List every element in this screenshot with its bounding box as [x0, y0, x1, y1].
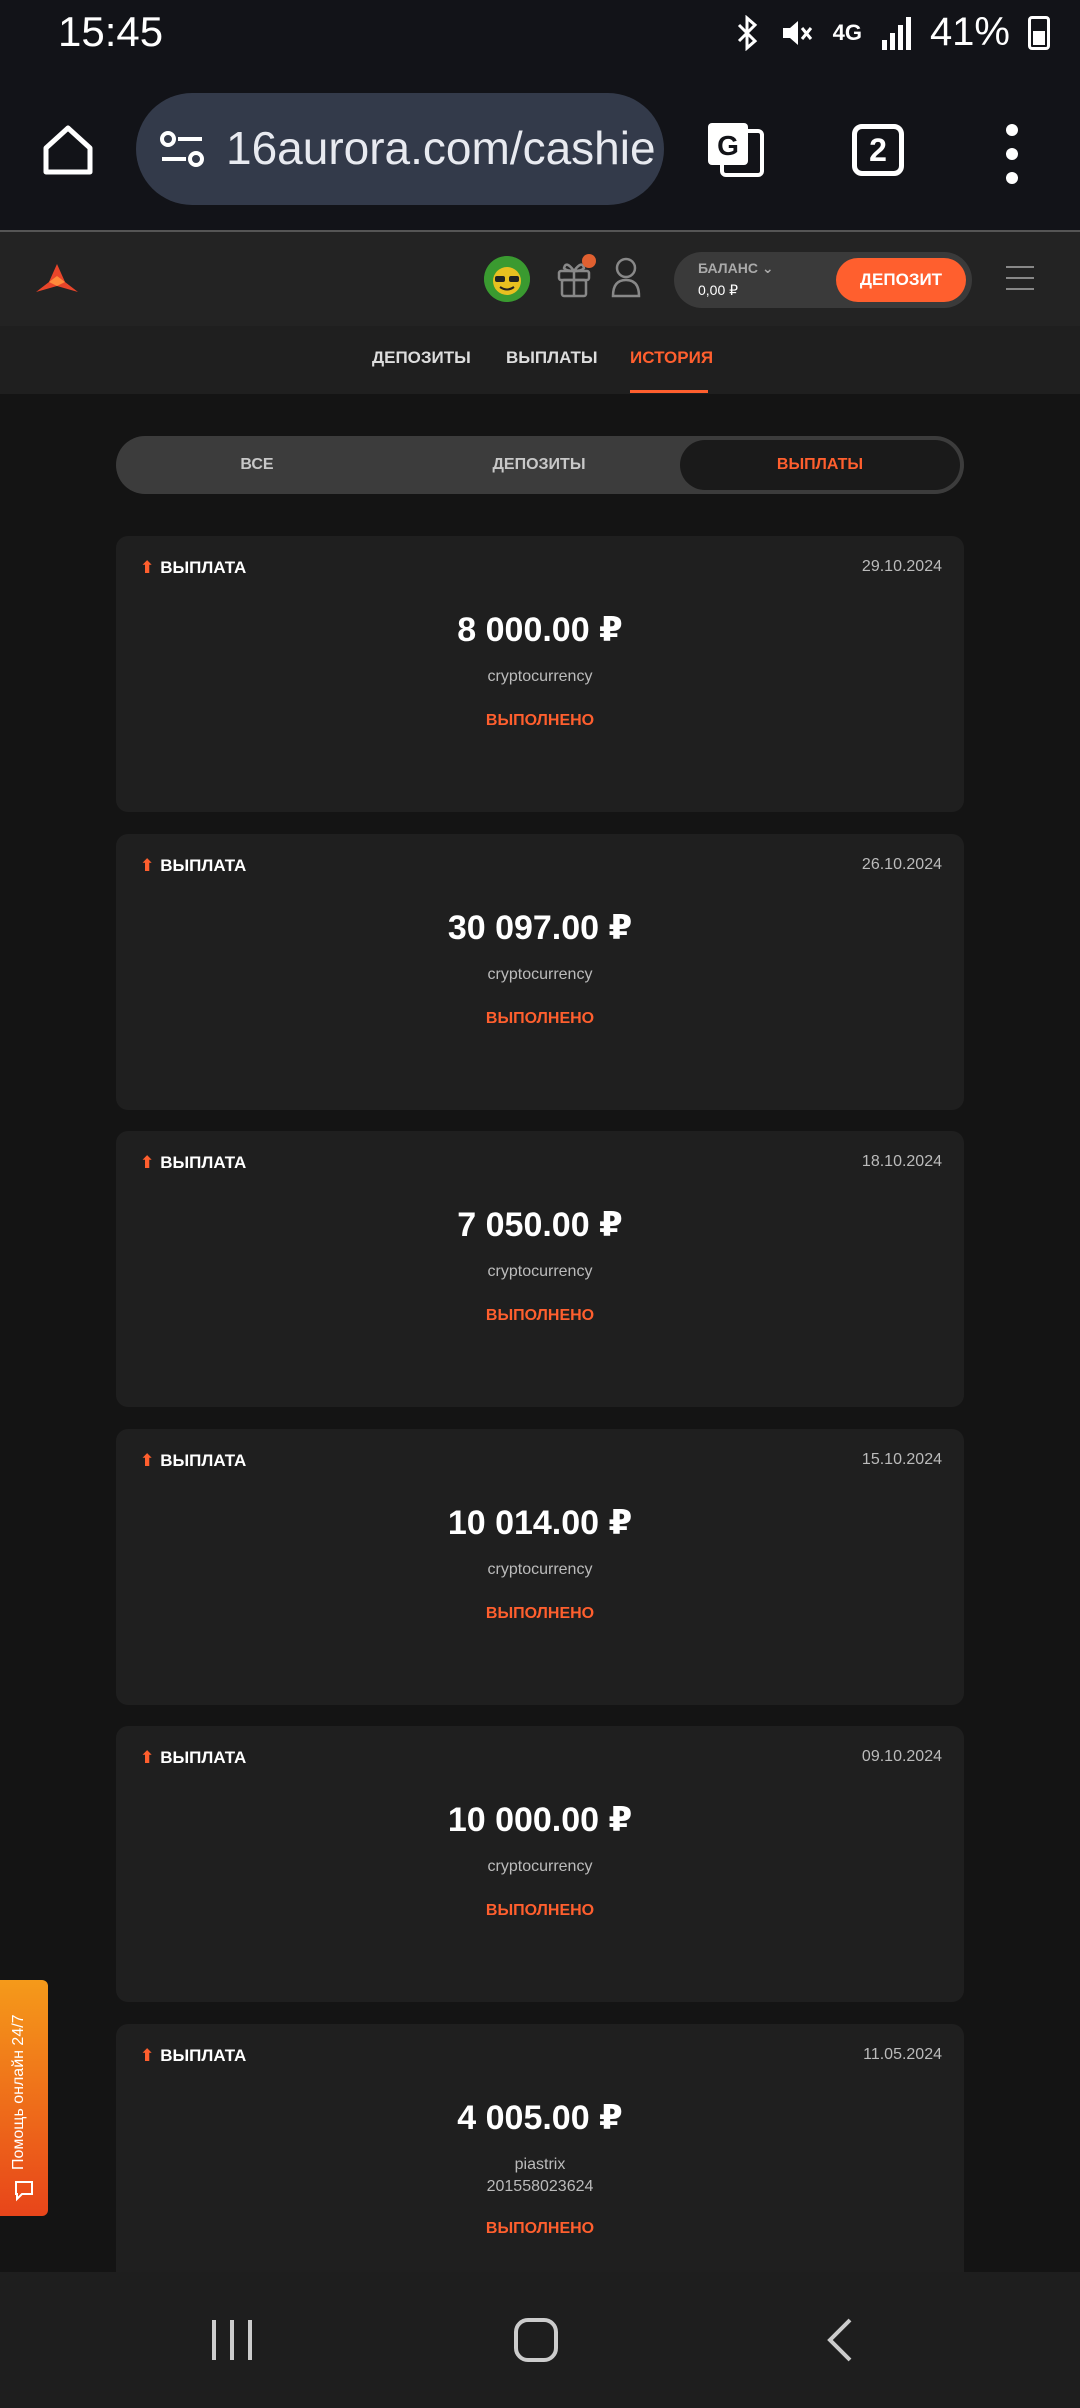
- mute-icon: [782, 20, 812, 45]
- transaction-method: cryptocurrency: [487, 1263, 593, 1280]
- transaction-account: 201558023624: [486, 2178, 594, 2195]
- status-icons: 4G 41%: [733, 10, 1050, 55]
- signal-icon: [881, 16, 911, 50]
- transaction-method: piastrix: [514, 2156, 566, 2173]
- active-tab-indicator: [630, 390, 708, 393]
- status-bar: 15:45 4G 41%: [0, 0, 1080, 70]
- filter-all[interactable]: ВСЕ: [116, 436, 398, 494]
- transaction-amount: 30 097.00 ₽: [447, 909, 633, 947]
- transaction-card: ⬆ ВЫПЛАТА 26.10.2024 30 097.00 ₽ cryptocu…: [116, 834, 964, 1110]
- tab-payouts[interactable]: ВЫПЛАТЫ: [506, 348, 598, 368]
- transaction-date: 11.05.2024: [863, 2046, 942, 2063]
- transaction-date: 09.10.2024: [861, 1748, 942, 1765]
- status-time: 15:45: [58, 8, 164, 55]
- url-text: 16aurora.com/cashie: [226, 122, 656, 174]
- transaction-status: ВЫПОЛНЕНО: [485, 2220, 595, 2237]
- arrow-up-icon: ⬆: [140, 2046, 155, 2065]
- transaction-status: ВЫПОЛНЕНО: [485, 1010, 595, 1027]
- history-filter: ВСЕ ДЕПОЗИТЫ ВЫПЛАТЫ: [116, 436, 964, 494]
- transaction-card: ⬆ ВЫПЛАТА 15.10.2024 10 014.00 ₽ cryptocu…: [116, 1429, 964, 1705]
- transaction-method: cryptocurrency: [487, 668, 593, 685]
- transaction-type: ⬆ ВЫПЛАТА: [140, 856, 247, 875]
- transaction-status: ВЫПОЛНЕНО: [485, 712, 595, 729]
- transaction-date: 26.10.2024: [861, 856, 942, 873]
- svg-text:G: G: [717, 130, 739, 161]
- filter-deposits[interactable]: ДЕПОЗИТЫ: [398, 436, 680, 494]
- transaction-amount: 4 005.00 ₽: [457, 2099, 623, 2137]
- transaction-date: 18.10.2024: [861, 1153, 942, 1170]
- battery-percent: 41%: [929, 10, 1010, 54]
- transaction-card: ⬆ ВЫПЛАТА 29.10.2024 8 000.00 ₽ cryptocur…: [116, 536, 964, 812]
- back-icon[interactable]: [820, 2316, 860, 2364]
- site-header: БАЛАНС ⌄ 0,00 ₽ ДЕПОЗИТ: [0, 230, 1080, 326]
- transaction-card: ⬆ ВЫПЛАТА 18.10.2024 7 050.00 ₽ cryptocur…: [116, 1131, 964, 1407]
- transaction-amount: 10 014.00 ₽: [447, 1504, 633, 1542]
- tab-deposits[interactable]: ДЕПОЗИТЫ: [372, 348, 471, 368]
- arrow-up-icon: ⬆: [140, 558, 155, 577]
- transaction-amount: 7 050.00 ₽: [457, 1206, 623, 1244]
- transaction-type: ⬆ ВЫПЛАТА: [140, 1748, 247, 1767]
- network-type: 4G: [832, 19, 862, 45]
- site-logo[interactable]: [34, 262, 80, 296]
- balance-label: БАЛАНС ⌄: [698, 260, 774, 276]
- transaction-status: ВЫПОЛНЕНО: [485, 1605, 595, 1622]
- translate-icon[interactable]: G: [702, 115, 768, 181]
- support-chat-tab[interactable]: Помощь онлайн 24/7: [0, 1980, 48, 2216]
- arrow-up-icon: ⬆: [140, 1748, 155, 1767]
- more-menu-icon[interactable]: [1000, 124, 1024, 184]
- transaction-type: ⬆ ВЫПЛАТА: [140, 1153, 247, 1172]
- chat-icon: [15, 2181, 33, 2202]
- transaction-amount: 8 000.00 ₽: [457, 611, 623, 649]
- menu-icon[interactable]: [1006, 266, 1034, 299]
- transaction-method: cryptocurrency: [487, 966, 593, 983]
- site-settings-icon[interactable]: [158, 129, 206, 169]
- battery-icon: [1028, 15, 1050, 50]
- tab-history[interactable]: ИСТОРИЯ: [630, 348, 713, 368]
- arrow-up-icon: ⬆: [140, 1451, 155, 1470]
- user-icon[interactable]: [610, 256, 642, 298]
- transaction-date: 15.10.2024: [861, 1451, 942, 1468]
- transaction-amount: 10 000.00 ₽: [447, 1801, 633, 1839]
- chevron-down-icon: ⌄: [761, 260, 774, 276]
- arrow-up-icon: ⬆: [140, 1153, 155, 1172]
- transaction-method: cryptocurrency: [487, 1858, 593, 1875]
- home-nav-icon[interactable]: [512, 2316, 560, 2364]
- system-nav-bar: [0, 2272, 1080, 2408]
- bluetooth-icon: [737, 14, 757, 51]
- transaction-card: ⬆ ВЫПЛАТА 09.10.2024 10 000.00 ₽ cryptocu…: [116, 1726, 964, 2002]
- transaction-type: ⬆ ВЫПЛАТА: [140, 1451, 247, 1470]
- transaction-date: 29.10.2024: [861, 558, 942, 575]
- deposit-button[interactable]: ДЕПОЗИТ: [836, 258, 966, 302]
- home-icon[interactable]: [38, 120, 98, 180]
- browser-toolbar: 16aurora.com/cashie G 2: [0, 70, 1080, 230]
- transaction-status: ВЫПОЛНЕНО: [485, 1307, 595, 1324]
- balance-value: 0,00 ₽: [698, 282, 739, 298]
- tab-switcher-button[interactable]: 2: [852, 124, 904, 176]
- balance-widget[interactable]: БАЛАНС ⌄ 0,00 ₽ ДЕПОЗИТ: [674, 252, 972, 308]
- avatar[interactable]: [484, 256, 530, 302]
- transaction-status: ВЫПОЛНЕНО: [485, 1902, 595, 1919]
- transaction-card: ⬆ ВЫПЛАТА 11.05.2024 4 005.00 ₽ piastrix …: [116, 2024, 964, 2284]
- address-bar[interactable]: 16aurora.com/cashie: [136, 93, 664, 205]
- filter-payouts[interactable]: ВЫПЛАТЫ: [680, 440, 960, 490]
- transaction-type: ⬆ ВЫПЛАТА: [140, 2046, 247, 2065]
- recent-apps-icon[interactable]: [208, 2316, 256, 2364]
- arrow-up-icon: ⬆: [140, 856, 155, 875]
- transaction-method: cryptocurrency: [487, 1561, 593, 1578]
- notification-badge: [582, 254, 596, 268]
- support-label: Помощь онлайн 24/7: [10, 2014, 27, 2170]
- cashier-tabs: ДЕПОЗИТЫ ВЫПЛАТЫ ИСТОРИЯ: [0, 326, 1080, 394]
- transaction-type: ⬆ ВЫПЛАТА: [140, 558, 247, 577]
